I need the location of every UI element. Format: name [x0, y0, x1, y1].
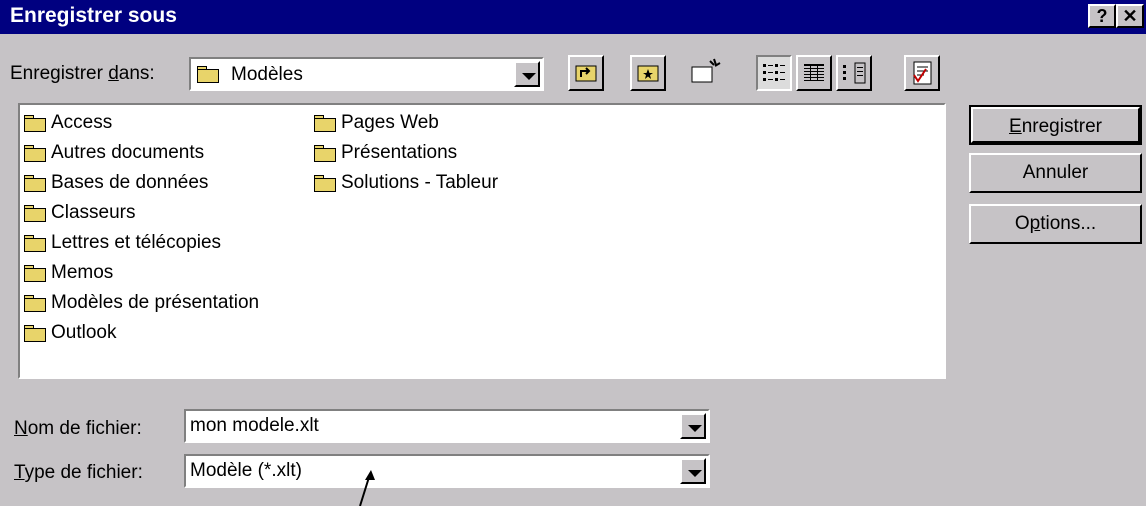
list-item[interactable]: Memos — [24, 259, 113, 287]
list-item[interactable]: Lettres et télécopies — [24, 229, 221, 257]
chevron-down-icon — [522, 73, 536, 80]
help-button[interactable]: ? — [1088, 4, 1116, 28]
folder-icon — [24, 114, 48, 132]
chevron-down-icon — [688, 425, 702, 432]
filetype-dropdown[interactable]: Modèle (*.xlt) — [184, 454, 710, 488]
close-icon: ✕ — [1122, 6, 1138, 26]
new-folder-button[interactable] — [688, 55, 724, 91]
folder-icon — [24, 234, 48, 252]
filename-value: mon modele.xlt — [190, 415, 319, 436]
list-item-label: Autres documents — [51, 142, 205, 163]
list-item[interactable]: Pages Web — [314, 109, 439, 137]
list-item[interactable]: Présentations — [314, 139, 457, 167]
list-item-label: Présentations — [341, 142, 458, 163]
list-item-label: Memos — [51, 262, 114, 283]
close-button[interactable]: ✕ — [1116, 4, 1144, 28]
filename-label: Nom de fichier: — [14, 418, 142, 439]
list-item-label: Modèles de présentation — [51, 292, 260, 313]
details-view-icon — [804, 64, 824, 81]
filename-input[interactable]: mon modele.xlt — [184, 409, 710, 443]
list-view-button[interactable] — [756, 55, 792, 91]
tools-icon — [913, 61, 932, 85]
up-one-level-icon — [575, 65, 597, 82]
save-in-value: Modèles — [231, 64, 303, 85]
favorites-icon — [637, 65, 659, 82]
list-item-label: Lettres et télécopies — [51, 232, 222, 253]
list-item-label: Bases de données — [51, 172, 209, 193]
list-item[interactable]: Bases de données — [24, 169, 208, 197]
up-one-level-button[interactable] — [568, 55, 604, 91]
filename-dropdown-button[interactable] — [680, 413, 706, 439]
list-view-icon — [763, 64, 785, 81]
filetype-dropdown-button[interactable] — [680, 458, 706, 484]
filetype-label: Type de fichier: — [14, 462, 143, 483]
save-in-dropdown-button[interactable] — [514, 61, 540, 87]
save-in-dropdown[interactable]: Modèles — [189, 57, 544, 91]
folder-icon — [24, 144, 48, 162]
save-button[interactable]: Enregistrer — [969, 105, 1142, 145]
list-item-label: Classeurs — [51, 202, 136, 223]
list-item-label: Outlook — [51, 322, 117, 343]
list-item[interactable]: Classeurs — [24, 199, 135, 227]
list-item-label: Solutions - Tableur — [341, 172, 499, 193]
save-as-dialog: Enregistrer sous ? ✕ Enregistrer dans: M… — [0, 0, 1146, 506]
list-item[interactable]: Solutions - Tableur — [314, 169, 498, 197]
list-item[interactable]: Outlook — [24, 319, 116, 347]
list-item[interactable]: Autres documents — [24, 139, 204, 167]
folder-icon — [24, 204, 48, 222]
tools-button[interactable] — [904, 55, 940, 91]
folder-icon — [24, 264, 48, 282]
folder-icon — [24, 294, 48, 312]
dialog-title: Enregistrer sous — [10, 4, 177, 27]
annotation-arrow-icon — [359, 470, 375, 506]
folder-icon — [24, 174, 48, 192]
folder-icon — [314, 144, 338, 162]
list-item-label: Pages Web — [341, 112, 439, 133]
file-list[interactable]: Access Autres documents Bases de données Cl… — [18, 103, 946, 379]
list-item-label: Access — [51, 112, 113, 133]
cancel-button[interactable]: Annuler — [969, 153, 1142, 193]
folder-icon — [314, 174, 338, 192]
properties-view-icon — [843, 62, 866, 84]
new-folder-icon — [691, 58, 721, 83]
title-bar: Enregistrer sous ? ✕ — [0, 0, 1146, 34]
folder-icon — [197, 65, 221, 83]
filetype-value: Modèle (*.xlt) — [190, 460, 302, 481]
options-button[interactable]: Options... — [969, 204, 1142, 244]
favorites-button[interactable] — [630, 55, 666, 91]
chevron-down-icon — [688, 470, 702, 477]
save-in-label: Enregistrer dans: — [10, 63, 155, 84]
list-item[interactable]: Modèles de présentation — [24, 289, 259, 317]
details-view-button[interactable] — [796, 55, 832, 91]
help-icon: ? — [1096, 6, 1108, 26]
folder-icon — [24, 324, 48, 342]
list-item[interactable]: Access — [24, 109, 112, 137]
folder-icon — [314, 114, 338, 132]
properties-view-button[interactable] — [836, 55, 872, 91]
